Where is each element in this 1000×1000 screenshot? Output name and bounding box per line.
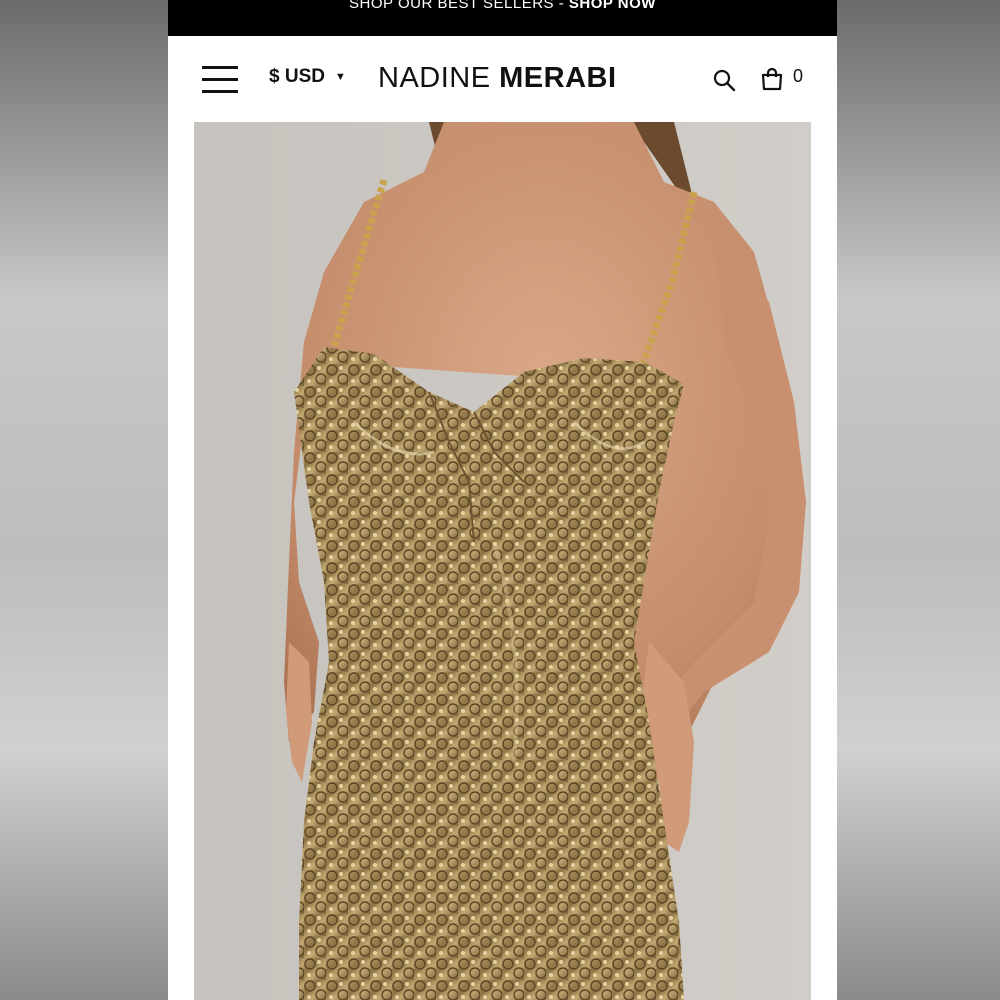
brand-name-last: MERABI [499, 62, 617, 94]
backdrop-blur-right [832, 0, 1000, 1000]
cart-count: 0 [793, 66, 804, 86]
site-header: $ USD ▼ NADINE MERABI 0 [168, 36, 837, 122]
caret-down-icon: ▼ [334, 71, 346, 83]
promo-cta-link[interactable]: SHOP NOW [569, 0, 656, 12]
promo-text: SHOP OUR BEST SELLERS - [349, 0, 569, 12]
search-icon[interactable] [712, 68, 736, 92]
currency-label: $ USD [269, 66, 325, 87]
model-in-gold-sequin-dress [194, 122, 811, 1000]
brand-logo[interactable]: NADINE MERABI [378, 62, 617, 95]
hamburger-menu-icon[interactable] [202, 66, 238, 94]
brand-name-first: NADINE [378, 62, 500, 94]
backdrop-blur-left [0, 0, 168, 1000]
mobile-page: SHOP OUR BEST SELLERS - SHOP NOW $ USD ▼… [168, 0, 837, 1000]
product-hero-image[interactable] [194, 122, 811, 1000]
shopping-bag-icon[interactable] [761, 67, 783, 91]
promo-banner[interactable]: SHOP OUR BEST SELLERS - SHOP NOW [168, 0, 837, 36]
currency-selector[interactable]: $ USD ▼ [269, 66, 346, 88]
